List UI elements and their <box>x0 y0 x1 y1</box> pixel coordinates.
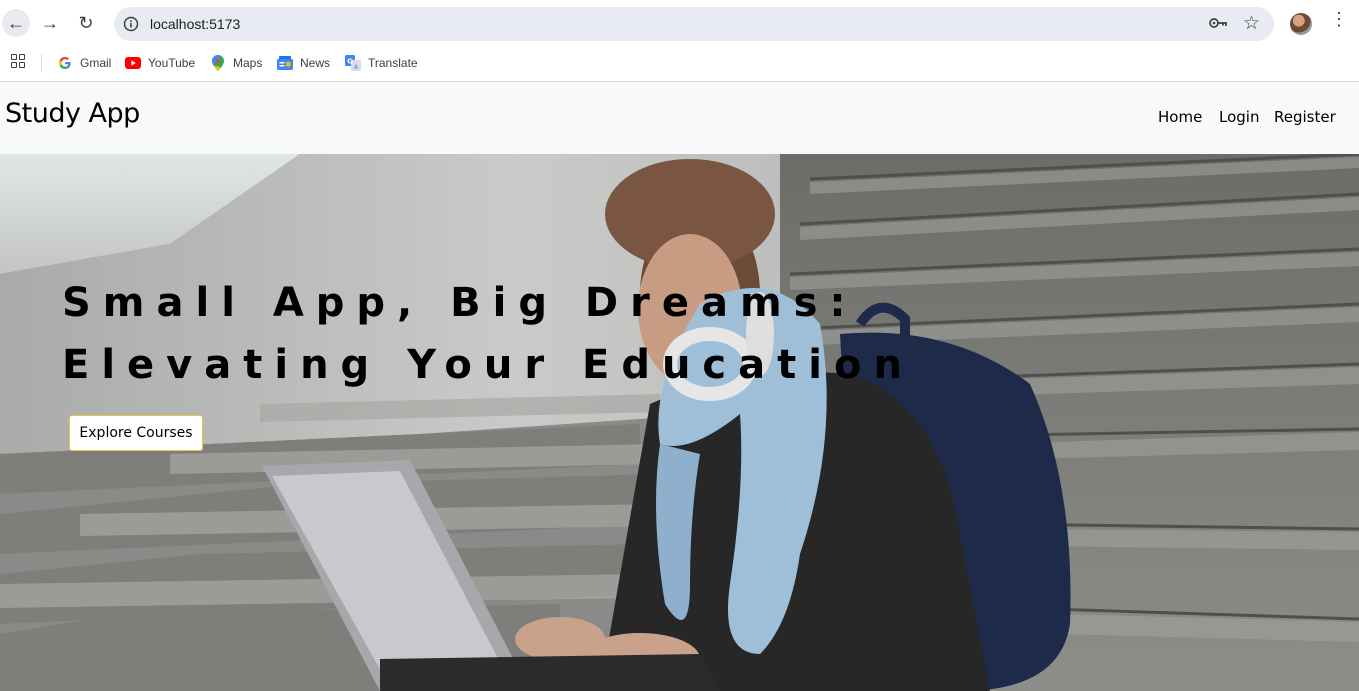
bookmarks-divider <box>41 54 42 72</box>
translate-icon: GA <box>345 55 361 71</box>
bookmark-label: Maps <box>233 56 263 70</box>
bookmarks-bar: Gmail YouTube Maps News GA Translate <box>0 46 1359 82</box>
arrow-left-icon: ← <box>7 12 25 33</box>
hero-headline-line-1: Small App, Big Dreams: <box>62 280 858 326</box>
more-menu-icon[interactable]: ⋮ <box>1330 10 1348 28</box>
url-text[interactable]: localhost:5173 <box>150 16 240 32</box>
brand-logo[interactable]: Study App <box>5 98 140 129</box>
hero-headline-line-2: Elevating Your Education <box>62 342 914 388</box>
reload-icon: ↻ <box>78 12 94 33</box>
hero-headline: Small App, Big Dreams: Elevating Your Ed… <box>62 272 914 396</box>
bookmark-gmail[interactable]: Gmail <box>57 52 111 74</box>
bookmark-label: News <box>300 56 331 70</box>
youtube-icon <box>125 55 141 71</box>
bookmark-star-icon[interactable]: ☆ <box>1243 12 1260 35</box>
bookmark-label: YouTube <box>148 56 196 70</box>
profile-avatar[interactable] <box>1290 13 1312 35</box>
bookmark-label: Gmail <box>80 56 112 70</box>
bookmark-translate[interactable]: GA Translate <box>345 52 418 74</box>
reload-button[interactable]: ↻ <box>72 9 100 37</box>
nav-link-login[interactable]: Login <box>1219 108 1259 126</box>
password-key-icon[interactable] <box>1208 15 1228 36</box>
site-navbar: Study App Home Login Register <box>0 82 1359 154</box>
nav-link-home[interactable]: Home <box>1158 108 1202 126</box>
bookmark-maps[interactable]: Maps <box>210 52 262 74</box>
bookmark-label: Translate <box>368 56 418 70</box>
hero-background-image <box>0 154 1359 691</box>
arrow-right-icon: → <box>41 12 59 33</box>
apps-grid-icon[interactable] <box>11 54 25 68</box>
google-icon <box>57 55 73 71</box>
bookmark-youtube[interactable]: YouTube <box>125 52 195 74</box>
hero-section: Small App, Big Dreams: Elevating Your Ed… <box>0 154 1359 691</box>
maps-icon <box>210 55 226 71</box>
site-info-icon[interactable] <box>122 15 140 33</box>
nav-link-register[interactable]: Register <box>1274 108 1336 126</box>
back-button[interactable]: ← <box>2 9 30 37</box>
explore-courses-button[interactable]: Explore Courses <box>69 415 203 451</box>
news-icon <box>277 55 293 71</box>
svg-text:G: G <box>347 58 353 66</box>
bookmark-news[interactable]: News <box>277 52 330 74</box>
forward-button[interactable]: → <box>36 9 64 37</box>
browser-toolbar: ← → ↻ localhost:5173 ☆ ⋮ <box>0 0 1359 46</box>
address-bar[interactable]: localhost:5173 ☆ <box>114 7 1274 41</box>
